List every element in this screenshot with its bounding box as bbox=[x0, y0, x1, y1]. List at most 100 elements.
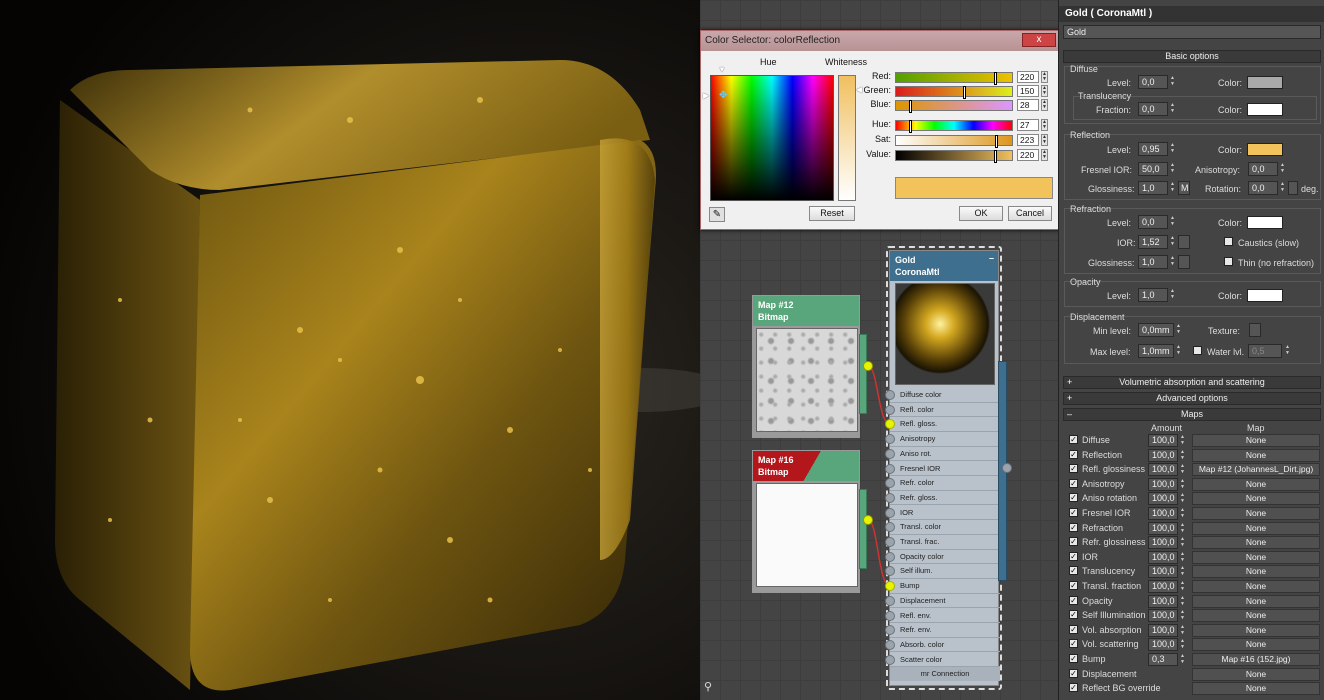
slot-socket-icon[interactable] bbox=[885, 390, 895, 400]
map-slot-button[interactable]: None bbox=[1192, 682, 1320, 696]
slot-socket-icon[interactable] bbox=[885, 404, 895, 415]
node-map16[interactable]: Map #16 Bitmap bbox=[752, 450, 867, 593]
node-gold-slot[interactable]: Refr. color bbox=[885, 476, 1000, 491]
node-gold-slot[interactable]: Diffuse color bbox=[885, 388, 1000, 403]
map-amount-spinner[interactable]: ▲ ▼ bbox=[1179, 434, 1186, 447]
map-slot-button[interactable]: None bbox=[1192, 623, 1320, 637]
node-gold-slot[interactable]: Anisotropy bbox=[885, 432, 1000, 447]
map-enable-checkbox[interactable]: ✓ bbox=[1069, 522, 1078, 532]
slot-socket-icon[interactable] bbox=[885, 419, 895, 430]
slot-socket-icon[interactable] bbox=[885, 434, 895, 445]
cancel-button[interactable]: Cancel bbox=[1008, 206, 1052, 221]
map-enable-checkbox[interactable]: ✓ bbox=[1069, 581, 1078, 590]
opacity-color-swatch[interactable] bbox=[1247, 289, 1283, 302]
map-enable-checkbox[interactable]: ✓ bbox=[1069, 610, 1078, 620]
map-amount-spinner[interactable]: ▲ ▼ bbox=[1179, 580, 1186, 593]
map-enable-checkbox[interactable]: ✓ bbox=[1069, 537, 1078, 547]
map-amount-field[interactable]: 100,0 bbox=[1148, 550, 1178, 564]
dialog-close-button[interactable]: x bbox=[1022, 33, 1056, 47]
diffuse-level-spinner[interactable]: ▲ ▼ bbox=[1169, 75, 1176, 89]
node-gold-slot[interactable]: Fresnel IOR bbox=[885, 462, 1000, 477]
map-amount-field[interactable]: 100,0 bbox=[1148, 623, 1178, 637]
node-gold-slot[interactable]: Refl. env. bbox=[885, 609, 1000, 624]
map-amount-field[interactable]: 100,0 bbox=[1148, 492, 1178, 506]
node-gold-slot[interactable]: Scatter color bbox=[885, 653, 1000, 668]
map-amount-spinner[interactable]: ▲ ▼ bbox=[1179, 536, 1186, 549]
map-amount-field[interactable]: 100,0 bbox=[1148, 594, 1178, 608]
map-amount-spinner[interactable]: ▲ ▼ bbox=[1179, 551, 1186, 564]
min-level-field[interactable]: 0,0mm bbox=[1138, 323, 1174, 337]
node-map12-header[interactable]: Map #12 Bitmap bbox=[753, 296, 859, 326]
map-amount-spinner[interactable]: ▲ ▼ bbox=[1179, 507, 1186, 520]
fresnel-ior-spinner[interactable]: ▲ ▼ bbox=[1169, 162, 1176, 176]
mr-connection-bar[interactable]: mr Connection bbox=[890, 667, 1000, 682]
slot-socket-icon[interactable] bbox=[885, 522, 895, 533]
map-amount-spinner[interactable]: ▲ ▼ bbox=[1179, 449, 1186, 462]
channel-spinner[interactable]: ▲ ▼ bbox=[1041, 85, 1048, 97]
channel-slider[interactable] bbox=[895, 100, 1013, 113]
node-gold-slot[interactable]: Refr. env. bbox=[885, 623, 1000, 638]
reset-button[interactable]: Reset bbox=[809, 206, 855, 221]
map-enable-checkbox[interactable]: ✓ bbox=[1069, 654, 1078, 663]
map-slot-button[interactable]: None bbox=[1192, 638, 1320, 652]
channel-slider[interactable] bbox=[895, 86, 1013, 99]
reflection-level-spinner[interactable]: ▲ ▼ bbox=[1169, 142, 1176, 156]
translucency-fraction-spinner[interactable]: ▲ ▼ bbox=[1169, 102, 1176, 116]
refraction-color-swatch[interactable] bbox=[1247, 216, 1283, 229]
rotation-field[interactable]: 0,0 bbox=[1248, 181, 1278, 195]
slider-thumb[interactable] bbox=[995, 135, 999, 148]
channel-spinner[interactable]: ▲ ▼ bbox=[1041, 119, 1048, 131]
reflection-glossiness-field[interactable]: 1,0 bbox=[1138, 181, 1168, 195]
map-amount-spinner[interactable]: ▲ ▼ bbox=[1179, 522, 1186, 535]
map-amount-spinner[interactable]: ▲ ▼ bbox=[1179, 653, 1186, 666]
reflection-level-field[interactable]: 0,95 bbox=[1138, 142, 1168, 156]
map-slot-button[interactable]: Map #16 (152.jpg) bbox=[1192, 653, 1320, 666]
map-amount-field[interactable]: 100,0 bbox=[1148, 463, 1178, 477]
map-slot-button[interactable]: Map #12 (JohannesL_Dirt.jpg) bbox=[1192, 463, 1320, 477]
opacity-level-spinner[interactable]: ▲ ▼ bbox=[1169, 288, 1176, 302]
node-gold-slot[interactable]: Transl. color bbox=[885, 520, 1000, 535]
node-map12[interactable]: Map #12 Bitmap bbox=[752, 295, 867, 438]
diffuse-color-swatch[interactable] bbox=[1247, 76, 1283, 89]
water-level-field[interactable]: 0,5 bbox=[1248, 344, 1282, 358]
map-amount-spinner[interactable]: ▲ ▼ bbox=[1179, 492, 1186, 505]
map-amount-field[interactable]: 100,0 bbox=[1148, 477, 1178, 491]
channel-value-field[interactable]: 223 bbox=[1017, 134, 1039, 146]
map-amount-field[interactable]: 100,0 bbox=[1148, 448, 1178, 462]
node-gold-slot[interactable]: Self illum. bbox=[885, 564, 1000, 579]
dialog-titlebar[interactable]: Color Selector: colorReflection x bbox=[701, 31, 1062, 51]
slot-socket-icon[interactable] bbox=[885, 595, 895, 606]
translucency-color-swatch[interactable] bbox=[1247, 103, 1283, 116]
map-amount-spinner[interactable]: ▲ ▼ bbox=[1179, 478, 1186, 491]
map-slot-button[interactable]: None bbox=[1192, 434, 1320, 447]
node-gold-slot[interactable]: Displacement bbox=[885, 594, 1000, 609]
map-amount-spinner[interactable]: ▲ ▼ bbox=[1179, 624, 1186, 637]
channel-value-field[interactable]: 150 bbox=[1017, 85, 1039, 97]
slot-socket-icon[interactable] bbox=[885, 463, 895, 474]
color-selector-dialog[interactable]: Color Selector: colorReflection x Hue Wh… bbox=[700, 30, 1063, 230]
slider-thumb[interactable] bbox=[994, 150, 998, 163]
refraction-level-field[interactable]: 0,0 bbox=[1138, 215, 1168, 229]
value-marker-icon[interactable]: ▶ bbox=[703, 91, 709, 100]
anisotropy-field[interactable]: 0,0 bbox=[1248, 162, 1278, 176]
advanced-options-rollout[interactable]: + Advanced options bbox=[1063, 392, 1321, 405]
channel-spinner[interactable]: ▲ ▼ bbox=[1041, 134, 1048, 146]
channel-value-field[interactable]: 220 bbox=[1017, 71, 1039, 83]
diffuse-level-field[interactable]: 0,0 bbox=[1138, 75, 1168, 89]
channel-spinner[interactable]: ▲ ▼ bbox=[1041, 99, 1048, 111]
displacement-texture-button[interactable] bbox=[1249, 323, 1261, 337]
slider-thumb[interactable] bbox=[908, 120, 912, 133]
map-slot-button[interactable]: None bbox=[1192, 448, 1320, 462]
map-slot-button[interactable]: None bbox=[1192, 477, 1320, 491]
map-amount-field[interactable]: 0,3 bbox=[1148, 653, 1178, 666]
map-amount-spinner[interactable]: ▲ ▼ bbox=[1179, 565, 1186, 578]
node-gold-header[interactable]: Gold CoronaMtl – bbox=[890, 251, 998, 281]
water-level-spinner[interactable]: ▲ ▼ bbox=[1284, 344, 1291, 358]
node-gold-output-socket[interactable] bbox=[1002, 463, 1012, 473]
slider-thumb[interactable] bbox=[963, 86, 967, 99]
slot-socket-icon[interactable] bbox=[885, 566, 895, 577]
channel-value-field[interactable]: 27 bbox=[1017, 119, 1039, 131]
map-slot-button[interactable]: None bbox=[1192, 580, 1320, 593]
reflection-glossiness-spinner[interactable]: ▲ ▼ bbox=[1169, 181, 1176, 195]
map-slot-button[interactable]: None bbox=[1192, 550, 1320, 564]
